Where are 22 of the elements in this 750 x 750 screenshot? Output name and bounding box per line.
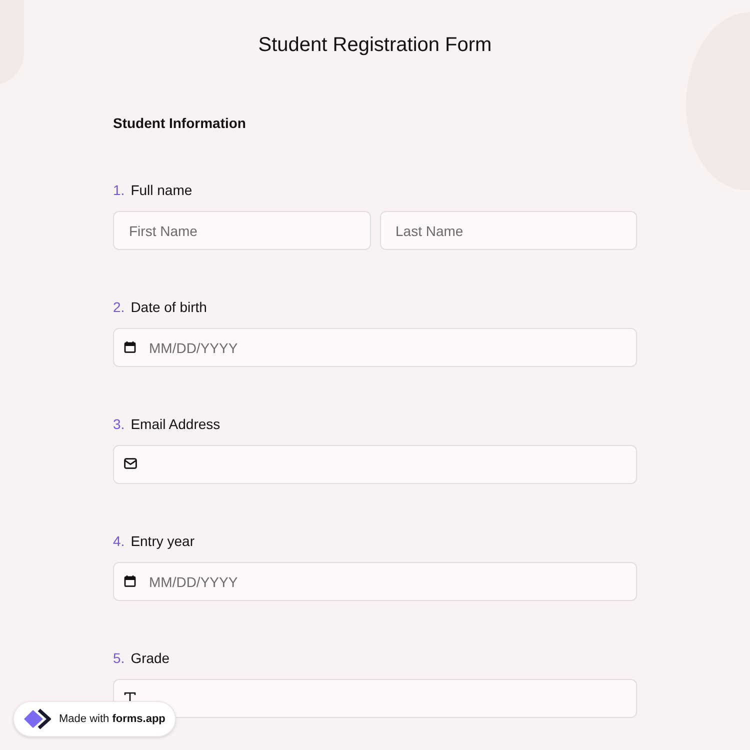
input-field[interactable]: Last Name [380,211,637,250]
question-number: 2. [113,298,125,317]
input-field[interactable]: MM/DD/YYYY [113,562,637,601]
input-field[interactable]: MM/DD/YYYY [113,328,637,367]
question-label: Entry year [130,532,194,551]
mail-icon [124,458,137,469]
badge-text: Made with forms.app [59,712,166,727]
question-number: 1. [113,181,125,200]
input-field[interactable]: First Name [113,211,370,250]
calendar-icon [124,575,136,587]
made-with-badge[interactable]: Made with forms.app [13,701,176,737]
question-number: 5. [113,649,125,668]
section-title: Student Information [113,114,247,133]
question-label: Grade [130,649,170,668]
question-label: Date of birth [130,298,207,317]
calendar-icon [124,341,136,353]
question-label: Email Address [130,415,220,434]
question-label: Full name [130,181,192,200]
input-field[interactable] [113,445,637,484]
question-number: 3. [113,415,125,434]
form-title: Student Registration Form [257,33,493,58]
question-number: 4. [113,532,125,551]
